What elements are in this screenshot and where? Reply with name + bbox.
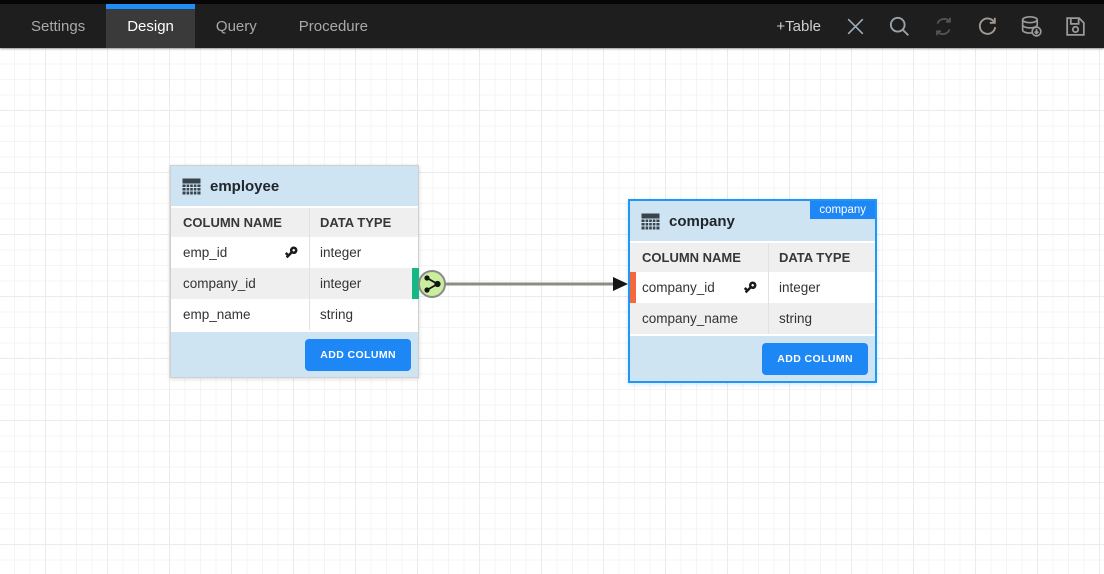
- table-header: employee: [171, 166, 418, 206]
- table-footer: ADD COLUMN: [630, 334, 875, 381]
- table-row[interactable]: company_id integer: [171, 268, 418, 299]
- column-headers: COLUMN NAME DATA TYPE: [171, 206, 418, 237]
- data-type-header: DATA TYPE: [309, 208, 418, 237]
- table-footer: ADD COLUMN: [171, 330, 418, 377]
- refresh-icon[interactable]: [974, 13, 1001, 40]
- column-name-cell: company_name: [630, 303, 768, 334]
- sync-icon[interactable]: [930, 13, 957, 40]
- table-grid-icon: [641, 212, 660, 231]
- column-name-cell: company_id: [171, 268, 309, 299]
- relation-arrowhead: [613, 277, 628, 291]
- add-column-button[interactable]: ADD COLUMN: [762, 343, 868, 375]
- table-row[interactable]: emp_id integer: [171, 237, 418, 268]
- tab-procedure[interactable]: Procedure: [278, 4, 389, 48]
- data-type-cell: integer: [309, 268, 418, 299]
- table-row[interactable]: emp_name string: [171, 299, 418, 330]
- add-table-button[interactable]: +Table: [776, 18, 821, 35]
- column-name-header: COLUMN NAME: [630, 243, 768, 272]
- primary-key-icon: [281, 242, 302, 263]
- data-type-header: DATA TYPE: [768, 243, 875, 272]
- column-headers: COLUMN NAME DATA TYPE: [630, 241, 875, 272]
- primary-key-icon: [740, 277, 761, 298]
- table-card-employee[interactable]: employee COLUMN NAME DATA TYPE emp_id in…: [170, 165, 419, 378]
- column-name-header: COLUMN NAME: [171, 208, 309, 237]
- data-type-cell: string: [768, 303, 875, 334]
- table-row[interactable]: company_id integer: [630, 272, 875, 303]
- save-icon[interactable]: [1062, 13, 1089, 40]
- relation-handle[interactable]: [419, 271, 445, 297]
- search-icon[interactable]: [886, 13, 913, 40]
- column-name-cell: company_id: [630, 272, 768, 303]
- topbar: Settings Design Query Procedure +Table: [0, 0, 1104, 48]
- table-row[interactable]: company_name string: [630, 303, 875, 334]
- tab-query[interactable]: Query: [195, 4, 278, 48]
- column-name-cell: emp_name: [171, 299, 309, 330]
- tab-settings[interactable]: Settings: [10, 4, 106, 48]
- table-grid-icon: [182, 177, 201, 196]
- tab-bar: Settings Design Query Procedure: [0, 4, 389, 48]
- data-type-cell: string: [309, 299, 418, 330]
- topbar-actions: +Table: [776, 4, 1104, 48]
- column-name-cell: emp_id: [171, 237, 309, 268]
- close-icon[interactable]: [842, 13, 869, 40]
- relation-connector: [0, 48, 1104, 574]
- fk-target-anchor: [630, 272, 636, 303]
- table-name: company: [669, 213, 735, 230]
- company-badge: company: [810, 201, 875, 219]
- fk-source-anchor: [412, 268, 419, 299]
- tab-design[interactable]: Design: [106, 4, 195, 48]
- table-card-company[interactable]: company company COLUMN NAME DATA TYPE co…: [628, 199, 877, 383]
- add-column-button[interactable]: ADD COLUMN: [305, 339, 411, 371]
- data-type-cell: integer: [768, 272, 875, 303]
- export-database-icon[interactable]: [1018, 13, 1045, 40]
- design-canvas[interactable]: employee COLUMN NAME DATA TYPE emp_id in…: [0, 48, 1104, 574]
- table-name: employee: [210, 178, 279, 195]
- data-type-cell: integer: [309, 237, 418, 268]
